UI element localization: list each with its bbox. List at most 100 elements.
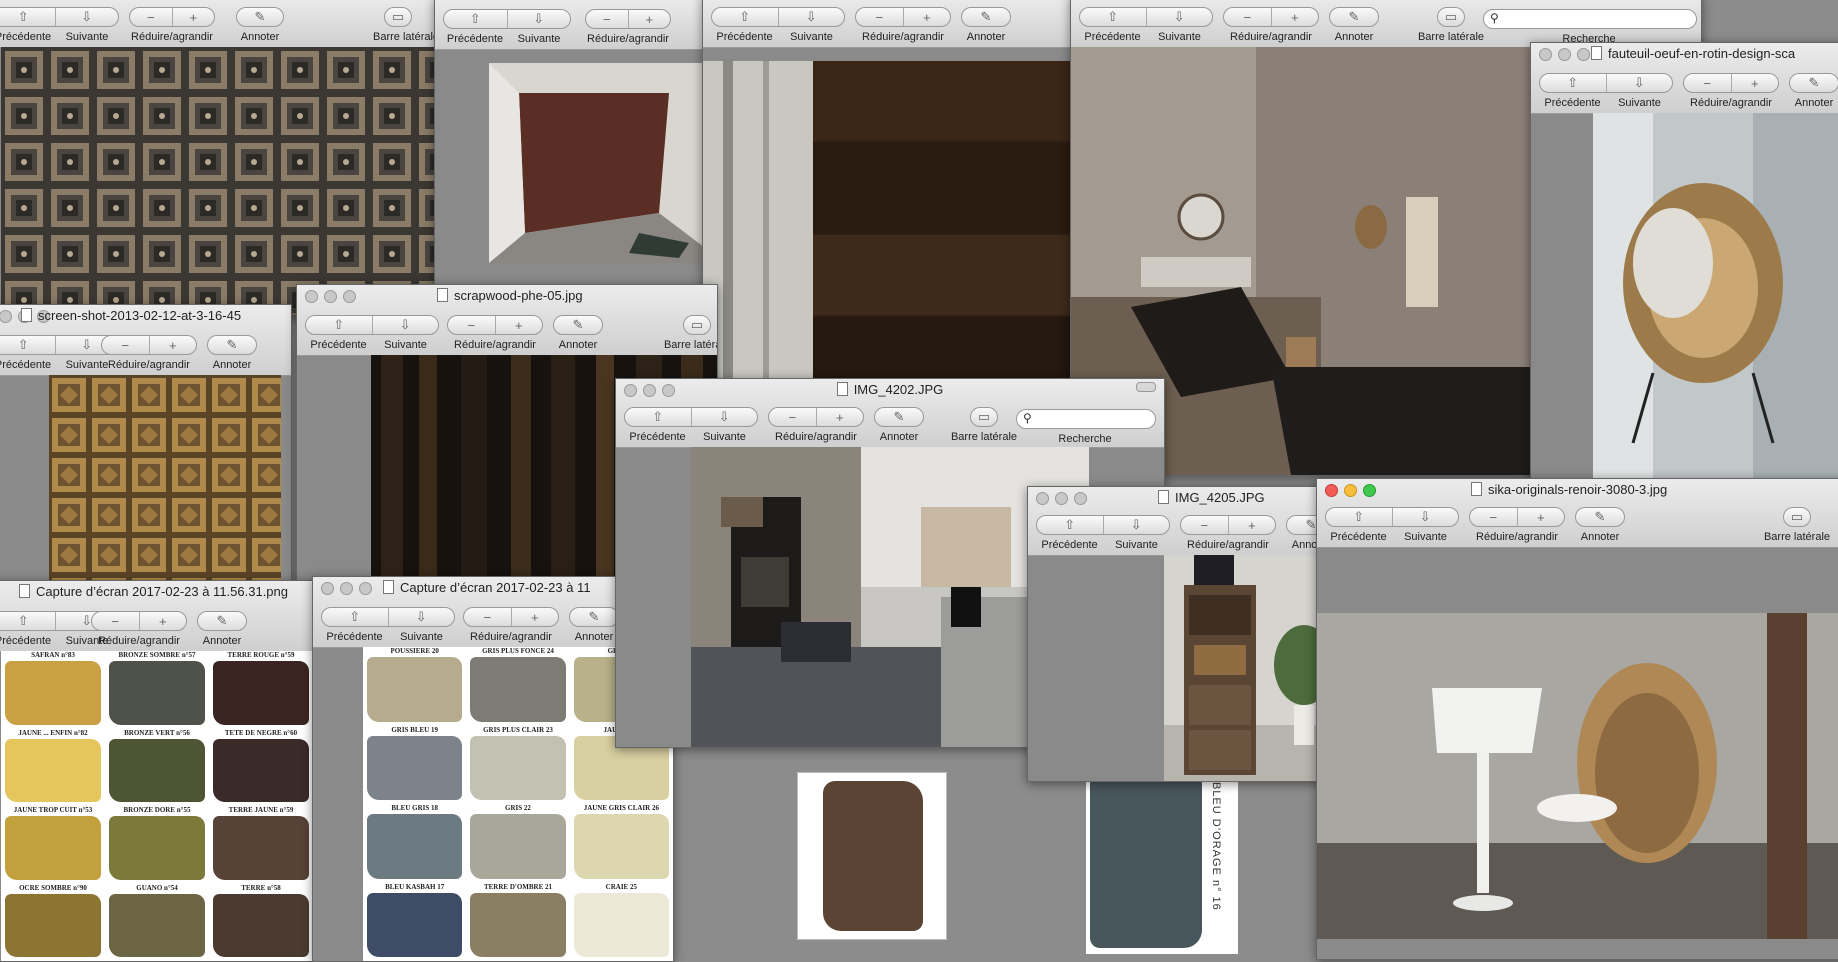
next-label: Suivante (517, 33, 561, 45)
zoom-button[interactable] (343, 290, 356, 303)
minimize-button[interactable] (1344, 484, 1357, 497)
zoom-button[interactable] (1074, 492, 1087, 505)
zoom-button[interactable] (1577, 48, 1590, 61)
down-arrow-icon[interactable]: ⇩ (1393, 508, 1459, 526)
preview-window-tiles[interactable]: ⇧ ⇩ Précédente Suivante − + Réduire/agrandi… (0, 0, 437, 316)
minimize-button[interactable] (1055, 492, 1068, 505)
plus-icon[interactable]: + (496, 316, 543, 334)
pencil-icon[interactable]: ✎ (237, 8, 283, 26)
down-arrow-icon[interactable]: ⇩ (1147, 8, 1213, 26)
paint-chip: SAFRAN n°83 (1, 651, 105, 729)
plus-icon[interactable]: + (904, 8, 951, 26)
close-button[interactable] (1325, 484, 1338, 497)
plus-icon[interactable]: + (629, 10, 671, 28)
minimize-button[interactable] (1558, 48, 1571, 61)
up-arrow-icon[interactable]: ⇧ (1037, 516, 1104, 534)
minus-icon[interactable]: − (586, 10, 629, 28)
plus-icon[interactable]: + (173, 8, 215, 26)
paint-chip-label: OCRE SOMBRE n°90 (19, 883, 87, 892)
down-arrow-icon[interactable]: ⇩ (692, 408, 758, 426)
preview-window-capture-1[interactable]: Capture d’écran 2017-02-23 à 11.56.31.pn… (0, 580, 314, 962)
preview-window-sika[interactable]: sika-originals-renoir-3080-3.jpg ⇧ ⇩ Précé… (1316, 478, 1838, 960)
minus-icon[interactable]: − (856, 8, 904, 26)
preview-window-wood[interactable]: ⇧ ⇩ Précédente Suivante − + Réduire/agrandir … (702, 0, 1074, 381)
minus-icon[interactable]: − (102, 336, 150, 354)
minus-icon[interactable]: − (464, 608, 512, 626)
plus-icon[interactable]: + (512, 608, 559, 626)
plus-icon[interactable]: + (1732, 74, 1779, 92)
pencil-icon[interactable]: ✎ (554, 316, 602, 334)
plus-icon[interactable]: + (1518, 508, 1565, 526)
down-arrow-icon[interactable]: ⇩ (56, 8, 119, 26)
up-arrow-icon[interactable]: ⇧ (0, 336, 56, 354)
paint-chip-label: GRIS PLUS CLAIR 23 (483, 725, 553, 734)
down-arrow-icon[interactable]: ⇩ (373, 316, 439, 334)
sidebar-icon[interactable]: ▭ (1438, 8, 1464, 26)
paint-chip-swatch (109, 893, 205, 957)
up-arrow-icon[interactable]: ⇧ (625, 408, 692, 426)
minus-icon[interactable]: − (130, 8, 173, 26)
zoom-button[interactable] (359, 582, 372, 595)
pencil-icon[interactable]: ✎ (1790, 74, 1838, 92)
down-arrow-icon[interactable]: ⇩ (508, 10, 571, 28)
down-arrow-icon[interactable]: ⇩ (1104, 516, 1170, 534)
close-button[interactable] (305, 290, 318, 303)
window-toolbar: ⇧ ⇩ Précédente Suivante − + Réduire/agrandir … (703, 0, 1073, 48)
minimize-button[interactable] (324, 290, 337, 303)
minus-icon[interactable]: − (92, 612, 140, 630)
close-button[interactable] (1036, 492, 1049, 505)
preview-window-room[interactable]: ⇧ ⇩ Précédente Suivante − + Réduire/agrandir (434, 0, 726, 303)
zoom-label: Réduire/agrandir (98, 635, 180, 647)
preview-window-fauteuil[interactable]: fauteuil-oeuf-en-rotin-design-sca ⇧ ⇩ Préc… (1530, 42, 1838, 484)
minus-icon[interactable]: − (769, 408, 817, 426)
up-arrow-icon[interactable]: ⇧ (712, 8, 779, 26)
preview-window-screenshot[interactable]: screen-shot-2013-02-12-at-3-16-45 ⇧ ⇩ Préc… (0, 304, 292, 596)
preview-window-img4205[interactable]: IMG_4205.JPG ⇧ ⇩ Précédente Suivante − + Rédu… (1027, 486, 1359, 782)
zoom-button[interactable] (1363, 484, 1376, 497)
paint-chip: BLEU GRIS 18 (363, 804, 466, 883)
close-button[interactable] (321, 582, 334, 595)
up-arrow-icon[interactable]: ⇧ (0, 612, 56, 630)
paint-chip-swatch (573, 814, 669, 879)
plus-icon[interactable]: + (140, 612, 187, 630)
up-arrow-icon[interactable]: ⇧ (444, 10, 508, 28)
zoom-label: Réduire/agrandir (1476, 531, 1558, 543)
sidebar-icon[interactable]: ▭ (971, 408, 997, 426)
down-arrow-icon[interactable]: ⇩ (779, 8, 845, 26)
search-input[interactable]: ⚲ (1016, 409, 1156, 429)
pencil-icon[interactable]: ✎ (1330, 8, 1378, 26)
up-arrow-icon[interactable]: ⇧ (306, 316, 373, 334)
minus-icon[interactable]: − (1224, 8, 1272, 26)
sidebar-icon[interactable]: ▭ (385, 8, 411, 26)
down-arrow-icon[interactable]: ⇩ (389, 608, 455, 626)
pencil-icon[interactable]: ✎ (1576, 508, 1624, 526)
plus-icon[interactable]: + (150, 336, 197, 354)
minimize-button[interactable] (340, 582, 353, 595)
sidebar-icon[interactable]: ▭ (684, 316, 710, 334)
close-button[interactable] (1539, 48, 1552, 61)
close-button[interactable] (0, 310, 12, 323)
minus-icon[interactable]: − (1684, 74, 1732, 92)
up-arrow-icon[interactable]: ⇧ (322, 608, 389, 626)
pencil-icon[interactable]: ✎ (875, 408, 923, 426)
pencil-icon[interactable]: ✎ (962, 8, 1010, 26)
search-input[interactable]: ⚲ (1483, 9, 1697, 29)
minus-icon[interactable]: − (448, 316, 496, 334)
pencil-icon[interactable]: ✎ (570, 608, 618, 626)
pencil-icon[interactable]: ✎ (198, 612, 246, 630)
paint-chip-swatch (5, 738, 101, 802)
up-arrow-icon[interactable]: ⇧ (1540, 74, 1607, 92)
minus-icon[interactable]: − (1470, 508, 1518, 526)
minus-icon[interactable]: − (1181, 516, 1229, 534)
pencil-icon[interactable]: ✎ (208, 336, 256, 354)
plus-icon[interactable]: + (1229, 516, 1276, 534)
plus-icon[interactable]: + (1272, 8, 1319, 26)
down-arrow-icon[interactable]: ⇩ (1607, 74, 1673, 92)
plus-icon[interactable]: + (817, 408, 864, 426)
up-arrow-icon[interactable]: ⇧ (0, 8, 56, 26)
up-arrow-icon[interactable]: ⇧ (1080, 8, 1147, 26)
toolbar-toggle-button[interactable] (1136, 382, 1156, 392)
sidebar-icon[interactable]: ▭ (1784, 508, 1810, 526)
up-arrow-icon[interactable]: ⇧ (1326, 508, 1393, 526)
gold-tin-tiles-image (49, 375, 281, 595)
